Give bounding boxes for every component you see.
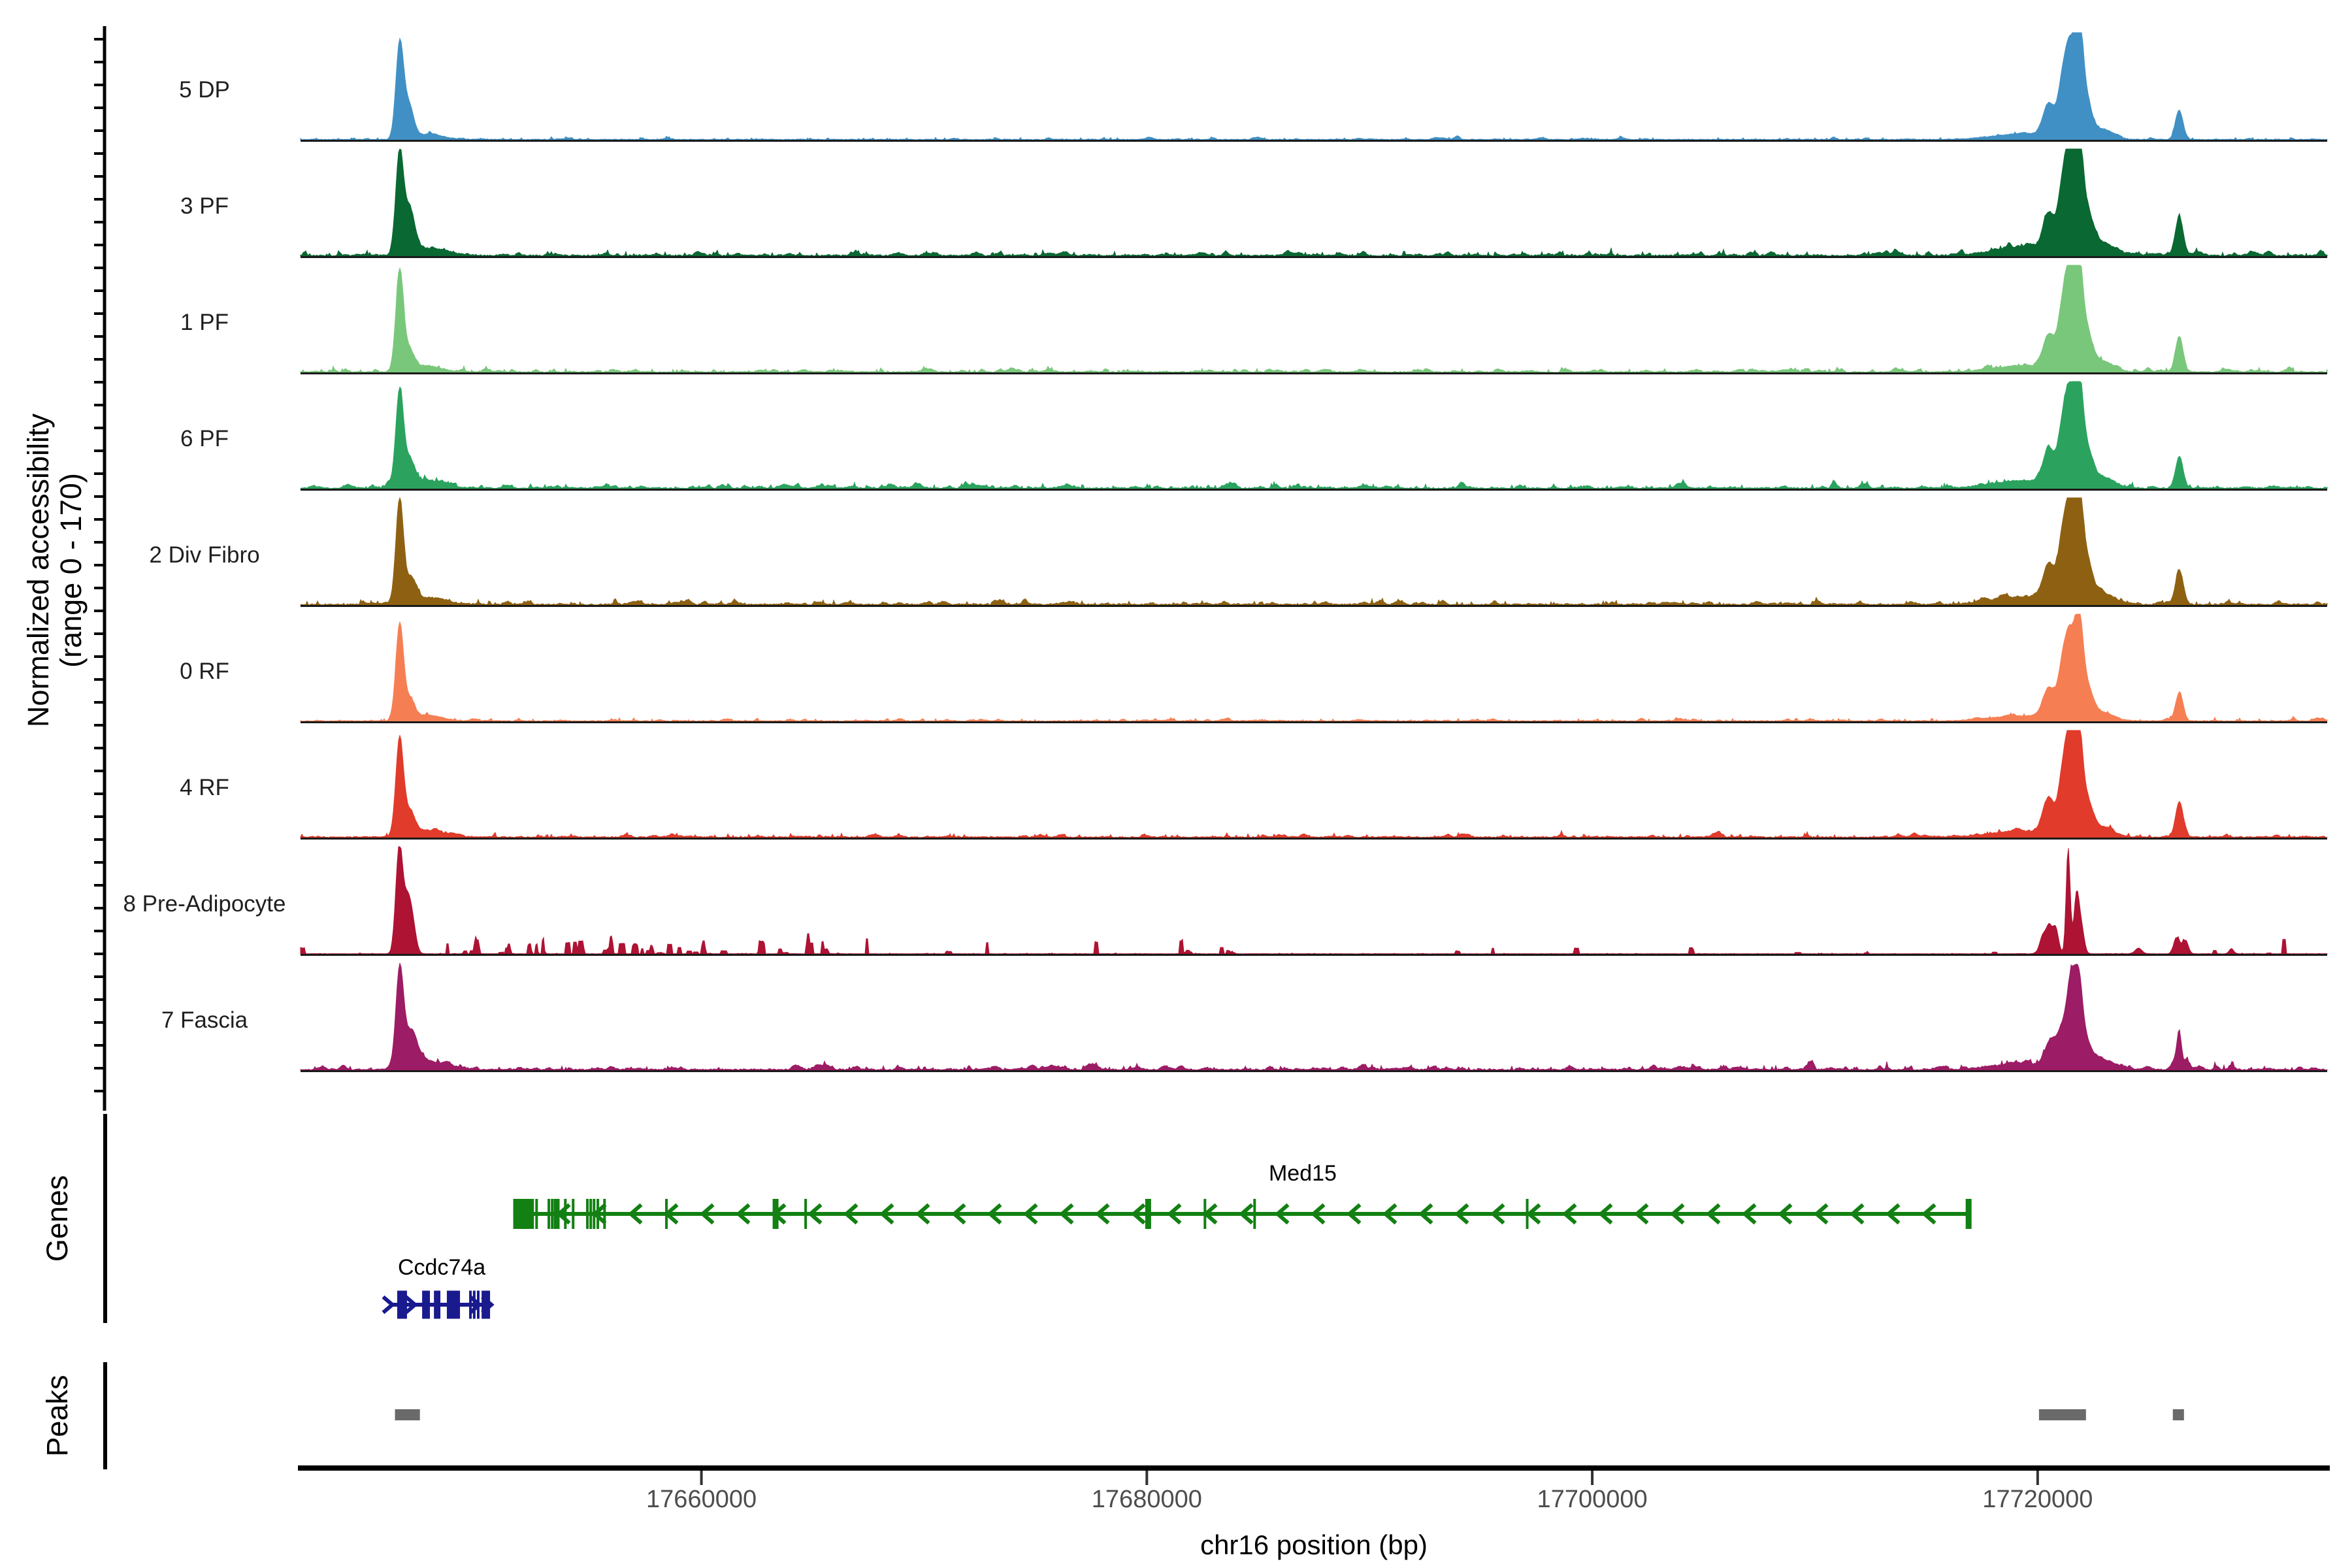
gene-exon: [603, 1199, 606, 1229]
gene-exon: [1526, 1199, 1529, 1229]
gene-exon: [434, 1291, 440, 1319]
x-axis-title: chr16 position (bp): [1200, 1529, 1428, 1561]
x-tick-label-17720000: 17720000: [1982, 1486, 2093, 1514]
gene-exon: [593, 1199, 595, 1229]
coverage-track-6-pf: [301, 382, 2327, 490]
gene-label-med15: Med15: [1269, 1161, 1337, 1186]
genes-section-label: Genes: [41, 1175, 74, 1262]
gene-med15: [514, 1199, 1972, 1229]
track-label-0-rf: 0 RF: [54, 656, 355, 687]
peak-interval-box: [2039, 1409, 2086, 1420]
gene-exon: [482, 1291, 490, 1319]
peaks-section: [105, 1362, 2184, 1469]
gene-exon: [1203, 1199, 1206, 1229]
x-tick-label-17700000: 17700000: [1537, 1486, 1648, 1514]
gene-exon: [397, 1291, 407, 1319]
coverage-track-1-pf: [301, 265, 2327, 374]
track-label-8-pre-adipocyte: 8 Pre-Adipocyte: [54, 889, 355, 920]
gene-exon: [469, 1291, 472, 1319]
track-label-7-fascia: 7 Fascia: [54, 1005, 355, 1036]
gene-exon: [551, 1199, 553, 1229]
coverage-track-7-fascia: [301, 963, 2327, 1071]
coverage-track-3-pf: [301, 149, 2327, 257]
coverage-track-0-rf: [301, 614, 2327, 723]
coverage-track-8-pre-adipocyte: [301, 847, 2327, 955]
gene-exon: [564, 1199, 566, 1229]
gene-exon: [547, 1199, 550, 1229]
track-label-2-div-fibro: 2 Div Fibro: [54, 540, 355, 571]
gene-exon: [665, 1199, 668, 1229]
gene-ccdc74a: [383, 1291, 492, 1319]
peak-interval-box: [2173, 1409, 2184, 1420]
gene-exon: [447, 1291, 460, 1319]
gene-exon: [586, 1199, 589, 1229]
gene-exon: [572, 1199, 574, 1229]
coverage-signal: [301, 498, 2327, 605]
coverage-track-2-div-fibro: [301, 498, 2327, 606]
track-label-3-pf: 3 PF: [54, 191, 355, 222]
coverage-signal: [301, 730, 2327, 838]
gene-label-ccdc74a: Ccdc74a: [398, 1255, 485, 1281]
gene-exon: [554, 1199, 560, 1229]
track-label-5-dp: 5 DP: [54, 74, 355, 106]
coverage-plot: Normalized accessibility (range 0 - 170)…: [0, 0, 2352, 1568]
coverage-track-4-rf: [301, 730, 2327, 839]
x-axis: [298, 1468, 2330, 1485]
gene-exon: [1145, 1199, 1151, 1229]
y-axis-label-line1: Normalized accessibility: [22, 414, 55, 727]
track-label-1-pf: 1 PF: [54, 307, 355, 338]
peaks-section-label: Peaks: [41, 1375, 74, 1456]
coverage-signal: [301, 382, 2327, 489]
gene-exon: [804, 1199, 807, 1229]
genes-section: [105, 1114, 1972, 1323]
peak-interval-box: [395, 1409, 420, 1420]
coverage-signal: [301, 963, 2327, 1070]
x-tick-label-17680000: 17680000: [1092, 1486, 1202, 1514]
track-label-4-rf: 4 RF: [54, 772, 355, 804]
coverage-signal: [301, 614, 2327, 721]
coverage-signal: [301, 149, 2327, 256]
gene-exon: [596, 1199, 599, 1229]
gene-exon: [514, 1199, 534, 1229]
gene-exon: [422, 1291, 430, 1319]
gene-exon: [477, 1291, 480, 1319]
gene-exon: [535, 1199, 538, 1229]
plus-strand-arrowhead: [383, 1297, 392, 1313]
gene-exon: [1966, 1199, 1972, 1229]
coverage-signal: [301, 33, 2327, 140]
gene-exon: [1253, 1199, 1256, 1229]
coverage-signal: [301, 265, 2327, 372]
gene-exon: [773, 1199, 779, 1229]
x-tick-label-17660000: 17660000: [646, 1486, 757, 1514]
gene-exon: [473, 1291, 476, 1319]
gene-exon: [589, 1199, 592, 1229]
track-label-6-pf: 6 PF: [54, 423, 355, 455]
coverage-track-5-dp: [301, 33, 2327, 141]
coverage-signal: [301, 847, 2327, 954]
